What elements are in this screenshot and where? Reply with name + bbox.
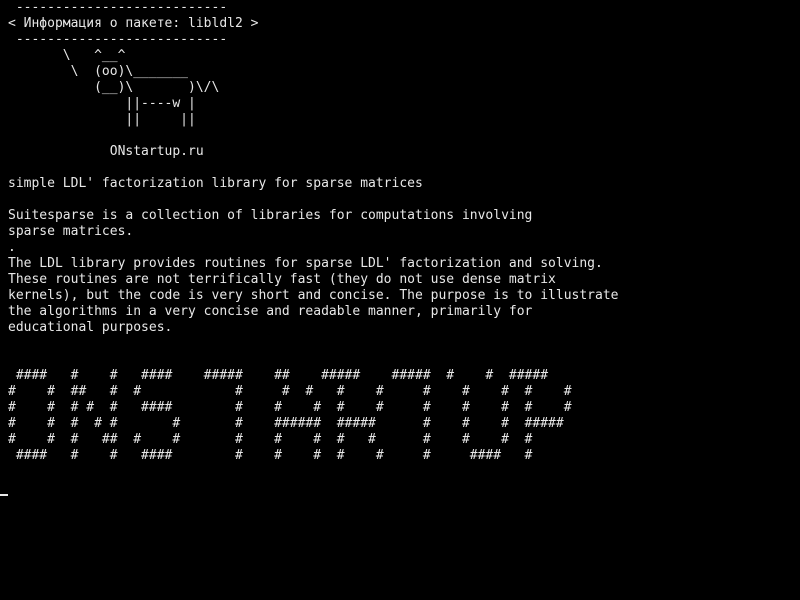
- console-line: || ||: [8, 112, 196, 127]
- console-line: simple LDL' factorization library for sp…: [8, 176, 423, 191]
- console-line: The LDL library provides routines for sp…: [8, 256, 603, 271]
- console-line: ||----w |: [8, 96, 196, 111]
- console-line: (__)\ )\/\: [8, 80, 220, 95]
- console-line: ONstartup.ru: [8, 144, 204, 159]
- console-line: # # # # # # # ###### ##### # # # #####: [8, 416, 564, 431]
- console-line: # # ## # # # # # # # # # # # #: [8, 384, 572, 399]
- console-line: \ ^__^: [8, 48, 126, 63]
- console-line: #### # # #### # # # # # # #### #: [8, 448, 533, 463]
- console-line: sparse matrices.: [8, 224, 134, 239]
- console-line: .: [8, 240, 16, 255]
- console-line: < Информация о пакете: libldl2 >: [8, 16, 259, 31]
- console-line: # # # ## # # # # # # # # # # #: [8, 432, 533, 447]
- console-line: kernels), but the code is very short and…: [8, 288, 619, 303]
- console-line: ---------------------------: [8, 32, 228, 47]
- console-line: #### # # #### ##### ## ##### ##### # # #…: [8, 368, 549, 383]
- console-line: educational purposes.: [8, 320, 173, 335]
- console-line: # # # # # #### # # # # # # # # # #: [8, 400, 572, 415]
- console-line: ---------------------------: [8, 0, 228, 15]
- console-output: --------------------------- < Информация …: [8, 0, 618, 464]
- console-line: These routines are not terrifically fast…: [8, 272, 556, 287]
- console-line: \ (oo)\_______: [8, 64, 189, 79]
- console-line: the algorithms in a very concise and rea…: [8, 304, 533, 319]
- text-cursor: [0, 494, 8, 496]
- terminal-screen: --------------------------- < Информация …: [0, 0, 800, 600]
- console-line: Suitesparse is a collection of libraries…: [8, 208, 533, 223]
